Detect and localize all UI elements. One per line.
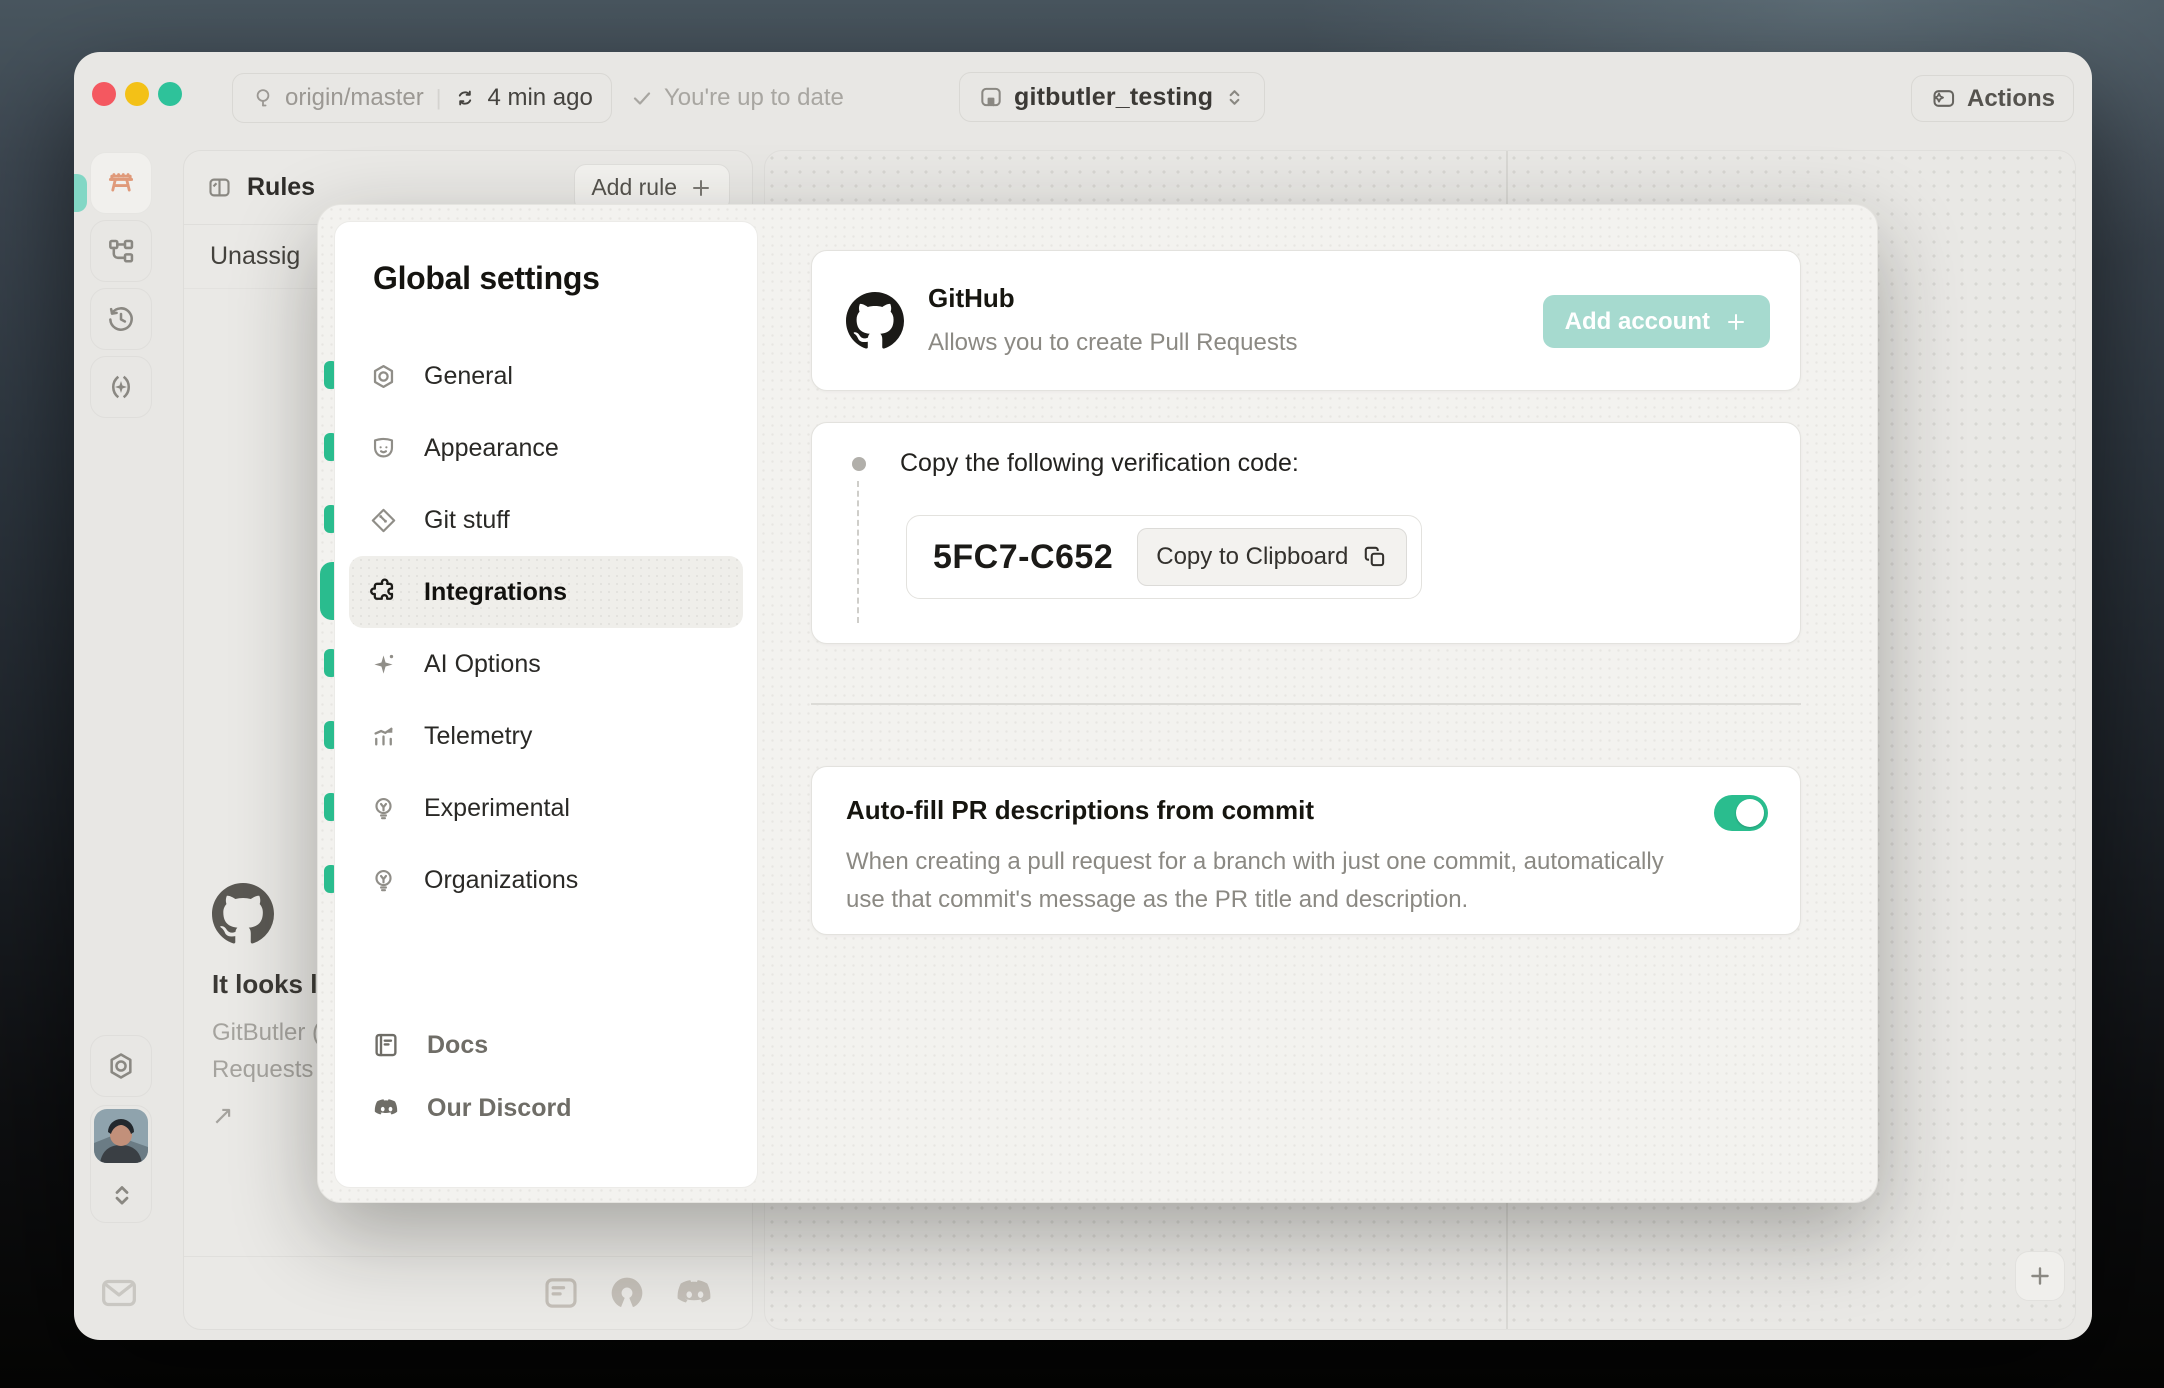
close-window-button[interactable] — [92, 82, 116, 106]
discord-icon[interactable] — [672, 1271, 716, 1315]
chevron-updown-icon — [115, 1186, 129, 1205]
mail-icon — [102, 1279, 136, 1307]
rail-workspace-button[interactable] — [90, 152, 152, 214]
nav-item-docs[interactable]: Docs — [357, 1020, 488, 1070]
book-icon — [375, 1033, 397, 1057]
add-lane-button[interactable] — [2015, 1251, 2065, 1301]
chart-icon — [374, 727, 393, 746]
nav-item-organizations[interactable]: Organizations — [349, 844, 743, 916]
rules-icon — [209, 178, 230, 197]
mask-icon — [373, 437, 394, 457]
branch-name: origin/master — [285, 84, 424, 111]
puzzle-icon — [370, 578, 394, 600]
rules-title: Rules — [206, 173, 315, 202]
workbench-icon — [108, 173, 134, 192]
sync-icon — [459, 90, 472, 106]
nav-item-our-discord[interactable]: Our Discord — [357, 1083, 571, 1133]
project-icon — [981, 87, 1001, 107]
feedback-mail-button[interactable] — [96, 1270, 142, 1316]
project-name: gitbutler_testing — [1014, 82, 1214, 111]
gear-hex-icon — [373, 364, 394, 388]
autofill-pr-card: Auto-fill PR descriptions from commit Wh… — [811, 766, 1801, 935]
remote-branch-icon — [256, 89, 270, 107]
step-dot — [852, 457, 866, 471]
history-icon — [109, 307, 133, 331]
branch-status-pill[interactable]: origin/master | 4 min ago — [232, 73, 612, 123]
copy-to-clipboard-button[interactable]: Copy to Clipboard — [1137, 528, 1408, 586]
last-sync-time: 4 min ago — [487, 84, 593, 111]
copy-icon — [1365, 546, 1385, 567]
pill-separator: | — [435, 85, 442, 110]
up-to-date-status: You're up to date — [630, 73, 844, 123]
toggle-knob — [1736, 799, 1764, 827]
actions-button[interactable]: Actions — [1910, 75, 2074, 122]
gear-icon — [110, 1053, 132, 1079]
project-switcher[interactable]: gitbutler_testing — [959, 72, 1266, 122]
bulb-icon — [375, 869, 392, 891]
ai-actions-icon — [1933, 90, 1955, 107]
check-icon — [633, 92, 651, 105]
add-account-button[interactable]: Add account — [1542, 295, 1770, 348]
nav-item-git-stuff[interactable]: Git stuff — [349, 484, 743, 556]
nav-item-experimental[interactable]: Experimental — [349, 772, 743, 844]
rail-butler-ai-button[interactable] — [90, 356, 152, 418]
open-source-icon[interactable] — [606, 1272, 648, 1314]
diamond-git-icon — [371, 508, 396, 532]
rail-history-button[interactable] — [90, 288, 152, 350]
bulb-icon — [375, 797, 392, 819]
autofill-title: Auto-fill PR descriptions from commit — [846, 795, 1315, 825]
rail-branches-button[interactable] — [90, 220, 152, 282]
step-line — [857, 481, 859, 623]
github-icon — [846, 292, 904, 349]
verification-code: 5FC7-C652 — [933, 537, 1114, 576]
nav-item-ai-options[interactable]: AI Options — [349, 628, 743, 700]
autofill-description: When creating a pull request for a branc… — [846, 848, 1664, 913]
autofill-toggle[interactable] — [1714, 795, 1768, 831]
section-divider — [811, 703, 1801, 705]
rules-panel-footer — [184, 1256, 752, 1329]
app-window: origin/master | 4 min ago You're up to d… — [74, 52, 2092, 1340]
discord-icon — [374, 1099, 398, 1115]
changelog-icon[interactable] — [540, 1272, 582, 1314]
plus-icon — [693, 179, 709, 196]
nav-item-appearance[interactable]: Appearance — [349, 412, 743, 484]
sparkle-icon — [374, 654, 394, 674]
branches-icon — [109, 239, 134, 263]
nav-item-integrations[interactable]: Integrations — [349, 556, 743, 628]
github-integration-card: GitHub Allows you to create Pull Request… — [811, 250, 1801, 391]
nav-item-telemetry[interactable]: Telemetry — [349, 700, 743, 772]
settings-nav: General Appearance Git stuff Integration… — [349, 340, 743, 916]
rail-settings-button[interactable] — [90, 1035, 152, 1097]
drawer-handle[interactable] — [74, 174, 87, 212]
github-card-title: GitHub — [928, 283, 1015, 313]
modal-title: Global settings — [373, 260, 600, 296]
verification-code-box: 5FC7-C652 Copy to Clipboard — [906, 515, 1423, 599]
nav-item-general[interactable]: General — [349, 340, 743, 412]
butler-ai-icon — [112, 375, 130, 399]
plus-icon — [2031, 1267, 2049, 1285]
settings-nav-panel: Global settings General Appearance Git s… — [334, 221, 758, 1188]
verification-card: Copy the following verification code: 5F… — [811, 422, 1801, 644]
zoom-window-button[interactable] — [158, 82, 182, 106]
chevron-updown-icon — [1229, 89, 1240, 105]
minimize-window-button[interactable] — [125, 82, 149, 106]
verification-instruction: Copy the following verification code: — [900, 449, 1299, 477]
avatar — [94, 1109, 148, 1163]
github-card-subtitle: Allows you to create Pull Requests — [928, 329, 1298, 356]
global-settings-modal: Global settings General Appearance Git s… — [317, 204, 1878, 1203]
github-icon — [212, 883, 274, 944]
user-menu[interactable] — [90, 1105, 152, 1223]
plus-icon — [1728, 313, 1744, 330]
